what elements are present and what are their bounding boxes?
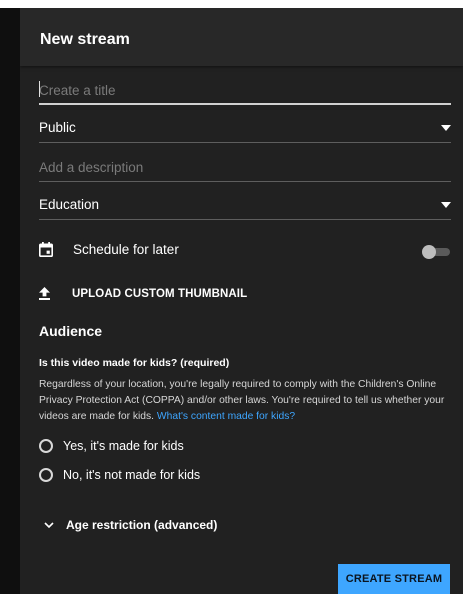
dialog-header: New stream [20,8,463,66]
background-app-strip [0,8,20,594]
title-field[interactable] [39,75,451,105]
schedule-label: Schedule for later [73,242,179,257]
visibility-select[interactable]: Public [39,113,451,143]
radio-label-yes: Yes, it's made for kids [63,439,184,453]
dialog-title: New stream [40,31,130,48]
age-restriction-expander[interactable]: Age restriction (advanced) [44,518,217,532]
page-frame: New stream Public Education [0,0,470,601]
description-field[interactable] [39,152,451,182]
radio-label-no: No, it's not made for kids [63,468,201,482]
schedule-row[interactable]: Schedule for later [39,242,179,257]
radio-made-for-kids[interactable]: Yes, it's made for kids [39,439,184,453]
schedule-toggle[interactable] [420,245,450,259]
chevron-down-icon [441,125,451,131]
audience-heading: Audience [39,323,103,339]
coppa-description: Regardless of your location, you're lega… [39,377,455,425]
description-input[interactable] [39,156,451,178]
radio-button-yes[interactable] [39,439,53,453]
visibility-underline [39,142,451,143]
upload-thumbnail-button[interactable]: UPLOAD CUSTOM THUMBNAIL [39,287,247,300]
category-underline [39,219,451,220]
text-caret [39,81,40,97]
calendar-icon [39,242,53,257]
radio-button-no[interactable] [39,468,53,482]
visibility-value: Public [39,120,76,135]
made-for-kids-question: Is this video made for kids? (required) [39,357,230,369]
content-for-kids-link[interactable]: What's content made for kids? [157,411,295,422]
chevron-down-icon [44,521,54,529]
category-value: Education [39,197,100,212]
create-stream-button[interactable]: CREATE STREAM [338,564,450,594]
radio-not-made-for-kids[interactable]: No, it's not made for kids [39,468,200,482]
category-select[interactable]: Education [39,190,451,220]
description-underline [39,181,451,182]
upload-icon [39,287,50,300]
chevron-down-icon [441,202,451,208]
title-underline [39,103,451,105]
new-stream-dialog: New stream Public Education [20,8,463,594]
upload-thumbnail-label: UPLOAD CUSTOM THUMBNAIL [72,287,248,300]
age-restriction-label: Age restriction (advanced) [66,518,218,532]
toggle-knob [422,245,436,259]
title-input[interactable] [39,79,451,101]
